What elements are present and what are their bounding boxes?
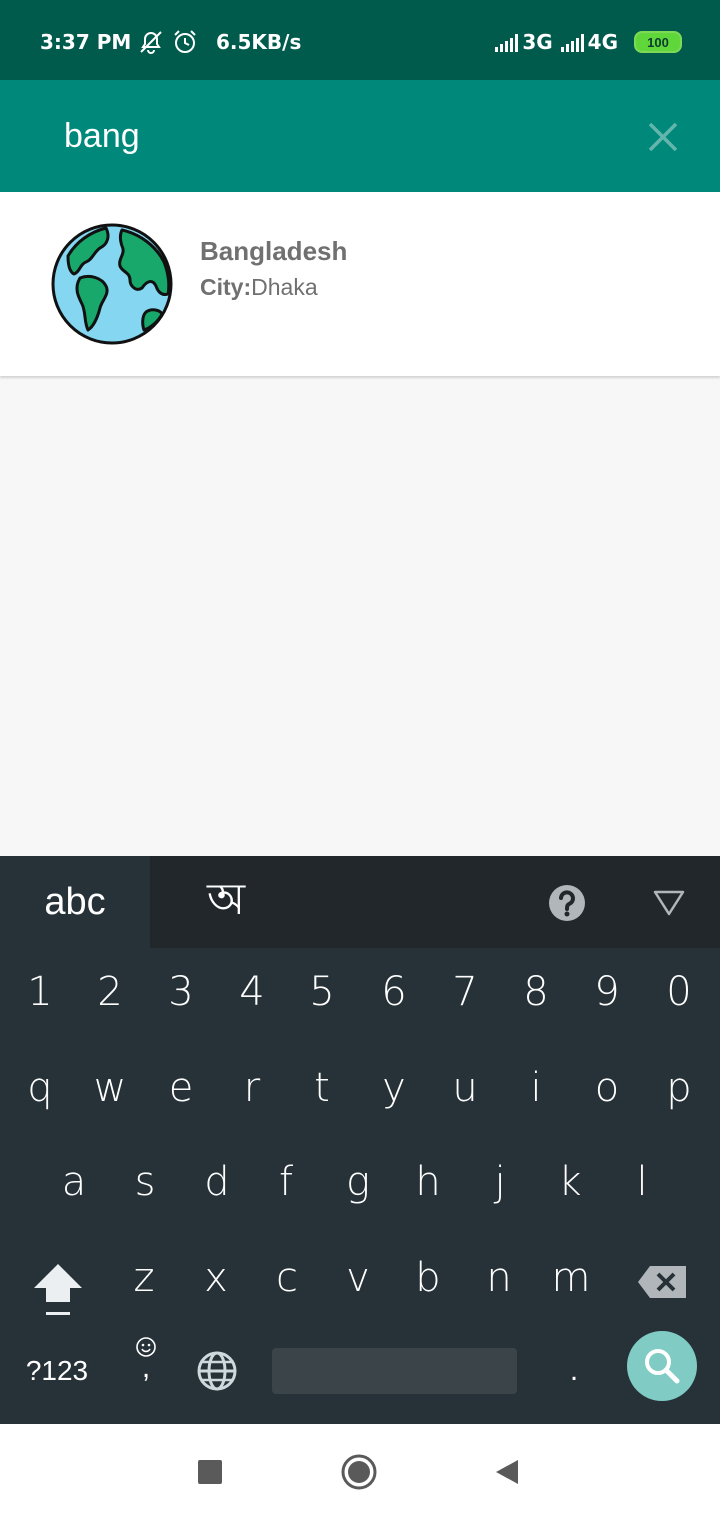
space-key[interactable]: [272, 1348, 517, 1394]
key-w[interactable]: w: [78, 1048, 142, 1128]
key-i[interactable]: i: [504, 1048, 568, 1128]
key-r[interactable]: r: [220, 1048, 284, 1128]
key-5[interactable]: 5: [290, 952, 354, 1032]
home-button[interactable]: [341, 1454, 377, 1490]
city-name: Dhaka: [251, 274, 318, 300]
key-j[interactable]: j: [468, 1142, 532, 1222]
key-l[interactable]: l: [610, 1142, 674, 1222]
key-k[interactable]: k: [538, 1142, 602, 1222]
emoji-key[interactable]: ,: [126, 1336, 166, 1400]
city-line: City:Dhaka: [200, 274, 318, 301]
key-e[interactable]: e: [149, 1048, 213, 1128]
key-p[interactable]: p: [647, 1048, 711, 1128]
key-d[interactable]: d: [185, 1142, 249, 1222]
city-label: City:: [200, 274, 252, 300]
network-speed: 6.5KB/s: [216, 30, 302, 54]
status-bar: 3:37 PM 6.5KB/s 3G 4G 100: [0, 0, 720, 80]
language-globe-icon[interactable]: [196, 1350, 238, 1392]
signal-icon: [495, 32, 519, 52]
country-name: Bangladesh: [200, 236, 348, 266]
key-g[interactable]: g: [326, 1142, 390, 1222]
shift-key[interactable]: [30, 1260, 86, 1320]
status-right: 3G 4G 100: [495, 30, 682, 54]
key-t[interactable]: t: [290, 1048, 354, 1128]
status-time: 3:37 PM: [40, 30, 132, 54]
globe-icon: [51, 223, 173, 345]
key-1[interactable]: 1: [8, 952, 72, 1032]
key-3[interactable]: 3: [149, 952, 213, 1032]
search-toolbar: [0, 80, 720, 192]
battery-icon: 100: [634, 31, 682, 53]
key-u[interactable]: u: [433, 1048, 497, 1128]
key-9[interactable]: 9: [575, 952, 639, 1032]
network-type-1: 3G: [522, 30, 553, 54]
result-list-item[interactable]: Bangladesh City:Dhaka: [0, 192, 720, 376]
key-q[interactable]: q: [8, 1048, 72, 1128]
key-2[interactable]: 2: [78, 952, 142, 1032]
recent-apps-button[interactable]: [198, 1460, 222, 1484]
network-type-2: 4G: [587, 30, 618, 54]
key-8[interactable]: 8: [504, 952, 568, 1032]
key-f[interactable]: f: [254, 1142, 318, 1222]
search-action-key[interactable]: [627, 1331, 697, 1401]
tab-abc[interactable]: abc: [0, 856, 150, 948]
key-b[interactable]: b: [396, 1238, 460, 1318]
key-y[interactable]: y: [362, 1048, 426, 1128]
key-n[interactable]: n: [467, 1238, 531, 1318]
key-4[interactable]: 4: [220, 952, 284, 1032]
navigation-bar: [0, 1424, 720, 1520]
signal-icon: [560, 32, 584, 52]
key-z[interactable]: z: [112, 1238, 176, 1318]
help-icon[interactable]: [548, 884, 586, 922]
close-icon[interactable]: [640, 110, 688, 158]
soft-keyboard: abc অ 1234567890 qwertyuiop asdfghjkl zx…: [0, 856, 720, 1424]
key-c[interactable]: c: [255, 1238, 319, 1318]
key-o[interactable]: o: [575, 1048, 639, 1128]
key-a[interactable]: a: [42, 1142, 106, 1222]
key-0[interactable]: 0: [647, 952, 711, 1032]
search-input[interactable]: [64, 114, 604, 158]
mute-icon: [140, 31, 162, 54]
key-6[interactable]: 6: [362, 952, 426, 1032]
period-key[interactable]: .: [554, 1346, 594, 1396]
comma-label: ,: [141, 1351, 151, 1384]
key-s[interactable]: s: [113, 1142, 177, 1222]
back-button[interactable]: [494, 1458, 520, 1486]
key-x[interactable]: x: [184, 1238, 248, 1318]
hide-keyboard-icon[interactable]: [652, 888, 686, 918]
key-m[interactable]: m: [539, 1238, 603, 1318]
tab-bangla[interactable]: অ: [176, 856, 276, 948]
alarm-icon: [174, 30, 196, 53]
key-v[interactable]: v: [326, 1238, 390, 1318]
backspace-key[interactable]: [636, 1264, 688, 1300]
key-h[interactable]: h: [396, 1142, 460, 1222]
symbols-key[interactable]: ?123: [20, 1346, 94, 1396]
search-icon: [645, 1349, 680, 1384]
key-7[interactable]: 7: [433, 952, 497, 1032]
